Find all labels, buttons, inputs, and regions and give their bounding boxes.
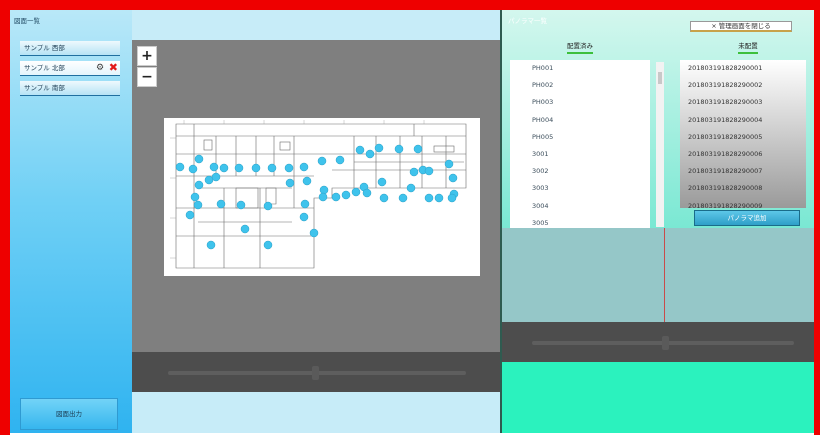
close-admin-button[interactable]: × 管理画面を閉じる (690, 21, 792, 32)
app-frame: 図面一覧 サンプル 西部 サンプル 北部 ⚙ ✖ サンプル 南部 図面出力 + … (0, 0, 820, 435)
list-item[interactable]: PH002 (510, 77, 650, 94)
drawing-item-north[interactable]: サンプル 北部 ⚙ ✖ (20, 61, 120, 76)
drawing-item-west[interactable]: サンプル 西部 (20, 41, 120, 56)
scrollbar-thumb[interactable] (658, 72, 662, 84)
list-item[interactable]: 3001 (510, 146, 650, 163)
drawing-item-label: サンプル 南部 (24, 84, 65, 92)
registered-underline (567, 52, 593, 54)
list-item[interactable]: 201803191828290002 (680, 77, 806, 94)
panorama-slider-thumb[interactable] (662, 336, 669, 350)
panorama-list-title: パノラマ一覧 (508, 17, 547, 25)
panorama-list-area: パノラマ一覧 × 管理画面を閉じる 配置済み 未配置 PH001 PH002 P… (502, 10, 814, 228)
panorama-panel: パノラマ一覧 × 管理画面を閉じる 配置済み 未配置 PH001 PH002 P… (502, 10, 814, 433)
unregistered-header-label: 未配置 (738, 42, 758, 50)
map-panel: + − (132, 10, 501, 433)
list-item[interactable]: 3002 (510, 163, 650, 180)
list-item[interactable]: 20180319182829000​1 (680, 60, 806, 77)
zoom-out-button[interactable]: − (137, 67, 157, 87)
unregistered-underline (738, 52, 758, 54)
drawing-item-label: サンプル 西部 (24, 44, 65, 52)
map-view[interactable]: + − (132, 40, 501, 392)
add-panorama-button[interactable]: パノラマ追加 (694, 210, 800, 226)
list-item[interactable]: 3003 (510, 180, 650, 197)
floor-plan (164, 118, 480, 276)
export-drawing-button[interactable]: 図面出力 (20, 398, 118, 430)
registered-header[interactable]: 配置済み (560, 40, 600, 54)
map-slider-band (132, 352, 501, 392)
drawing-item-label: サンプル 北部 (24, 64, 65, 72)
drawing-list-panel: 図面一覧 サンプル 西部 サンプル 北部 ⚙ ✖ サンプル 南部 図面出力 (10, 10, 132, 433)
list-item[interactable]: PH005 (510, 129, 650, 146)
list-item[interactable]: 201803191828290007 (680, 163, 806, 180)
list-item[interactable]: PH004 (510, 112, 650, 129)
list-item[interactable]: 201803191828290008 (680, 180, 806, 197)
delete-icon[interactable]: ✖ (109, 61, 118, 74)
drawing-item-south[interactable]: サンプル 南部 (20, 81, 120, 96)
list-item[interactable]: PH003 (510, 94, 650, 111)
zoom-in-button[interactable]: + (137, 46, 157, 66)
panorama-slider-band (502, 322, 814, 362)
list-item[interactable]: 201803191828290004 (680, 112, 806, 129)
list-item[interactable]: 201803191828290005 (680, 129, 806, 146)
list-item[interactable]: 201803191828290006 (680, 146, 806, 163)
registered-header-label: 配置済み (567, 42, 593, 50)
registered-scrollbar[interactable] (656, 62, 664, 227)
list-item[interactable]: 3004 (510, 198, 650, 215)
drawing-list-title: 図面一覧 (14, 17, 40, 25)
gear-icon[interactable]: ⚙ (96, 63, 106, 73)
registered-list: PH001 PH002 PH003 PH004 PH005 3001 3002 … (510, 60, 650, 228)
list-item[interactable]: 3005 (510, 215, 650, 228)
map-slider-thumb[interactable] (312, 366, 319, 380)
unregistered-header[interactable]: 未配置 (728, 40, 768, 54)
list-item[interactable]: 201803191828290003 (680, 94, 806, 111)
list-item[interactable]: PH001 (510, 60, 650, 77)
unregistered-list: 20180319182829000​1 201803191828290002 2… (680, 60, 806, 210)
